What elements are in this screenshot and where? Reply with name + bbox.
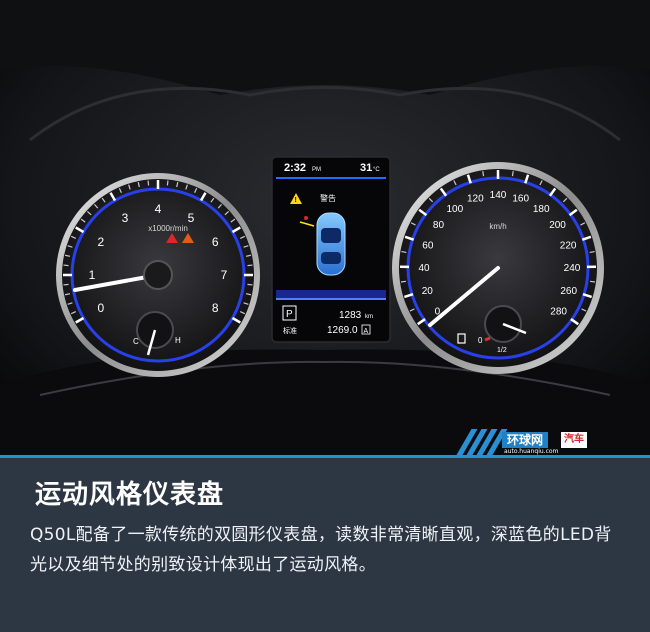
- tach-label: 2: [97, 235, 104, 249]
- tach-tick: [63, 264, 69, 267]
- speed-label: 280: [550, 306, 567, 317]
- trip-value: 1269.0: [327, 325, 358, 336]
- speed-tick: [589, 280, 596, 283]
- speed-label: 220: [560, 240, 577, 251]
- tach-label: 8: [212, 301, 219, 315]
- speed-tick: [401, 250, 407, 254]
- tach-label: 5: [188, 211, 195, 225]
- speed-label: 200: [549, 220, 566, 231]
- speed-label: 180: [533, 204, 550, 215]
- odometer-unit: km: [365, 314, 373, 320]
- gear-indicator: P: [286, 309, 293, 320]
- display-temp-unit: °C: [373, 167, 380, 173]
- dashboard-photo: 0 1 2 3 4 5 6 7 8 x1000r/min C H 0 20 40 60 80100 120…: [0, 0, 650, 455]
- speed-label: 20: [422, 286, 434, 297]
- caption-body: Q50L配备了一款传统的双圆形仪表盘，读数非常清晰直观，深蓝色的LED背光以及细…: [30, 525, 612, 575]
- tach-tick: [247, 264, 253, 267]
- fuel-empty-label: 0: [478, 336, 483, 345]
- speed-tick: [589, 250, 595, 254]
- display-warning-text: 警告: [320, 193, 336, 203]
- tach-label: 6: [212, 235, 219, 249]
- trip-label: 标准: [283, 326, 297, 335]
- speed-label: 80: [433, 220, 445, 231]
- speed-unit-label: km/h: [489, 222, 506, 231]
- speedometer-gauge: 020406080100120 140 160180200220240260280 …: [392, 162, 604, 374]
- tach-label: 3: [122, 211, 129, 225]
- tach-label: 1: [89, 268, 96, 282]
- temp-cold-label: C: [133, 337, 139, 346]
- speed-tick: [400, 280, 407, 283]
- speed-label: 140: [490, 190, 507, 201]
- caption-title: 运动风格仪表盘: [35, 480, 225, 510]
- tach-tick: [247, 283, 253, 286]
- fuel-half-label: 1/2: [497, 347, 507, 354]
- tach-unit-label: x1000r/min: [148, 224, 188, 233]
- watermark-logo-tag: 汽车: [561, 432, 587, 448]
- speed-label: 100: [446, 204, 463, 215]
- temp-hot-label: H: [175, 336, 181, 345]
- speed-label: 60: [422, 240, 434, 251]
- tachometer-gauge: 0 1 2 3 4 5 6 7 8 x1000r/min C H: [56, 173, 260, 377]
- speed-tick: [511, 171, 514, 177]
- tach-tick: [63, 283, 69, 286]
- site-watermark: 环球网 汽车 auto.huanqiu.com: [456, 429, 642, 455]
- trip-tag: A: [364, 328, 369, 335]
- watermark-logo: 环球网: [502, 432, 549, 448]
- odometer-value: 1283: [339, 310, 362, 321]
- car-topview-icon: [316, 212, 346, 276]
- tach-label: 4: [155, 202, 162, 216]
- speed-label: 160: [512, 194, 529, 205]
- speed-label: 40: [418, 263, 430, 274]
- display-time: 2:32: [284, 162, 306, 174]
- speed-label: 260: [560, 286, 577, 297]
- tach-label: 7: [221, 268, 228, 282]
- caption-divider: [0, 455, 650, 458]
- speed-tick: [482, 171, 485, 177]
- speed-label: 240: [564, 263, 581, 274]
- display-ampm: PM: [312, 167, 321, 173]
- display-temp: 31: [360, 162, 372, 174]
- speed-label: 120: [467, 194, 484, 205]
- center-info-display: 2:32 PM 31 °C ! 警告 P 1283 km 标准 1269.0 A: [271, 156, 391, 343]
- tach-label: 0: [97, 301, 104, 315]
- tach-tick: [147, 180, 150, 186]
- watermark-url: auto.huanqiu.com: [504, 448, 559, 455]
- svg-text:!: !: [295, 197, 297, 204]
- tach-tick: [166, 180, 169, 186]
